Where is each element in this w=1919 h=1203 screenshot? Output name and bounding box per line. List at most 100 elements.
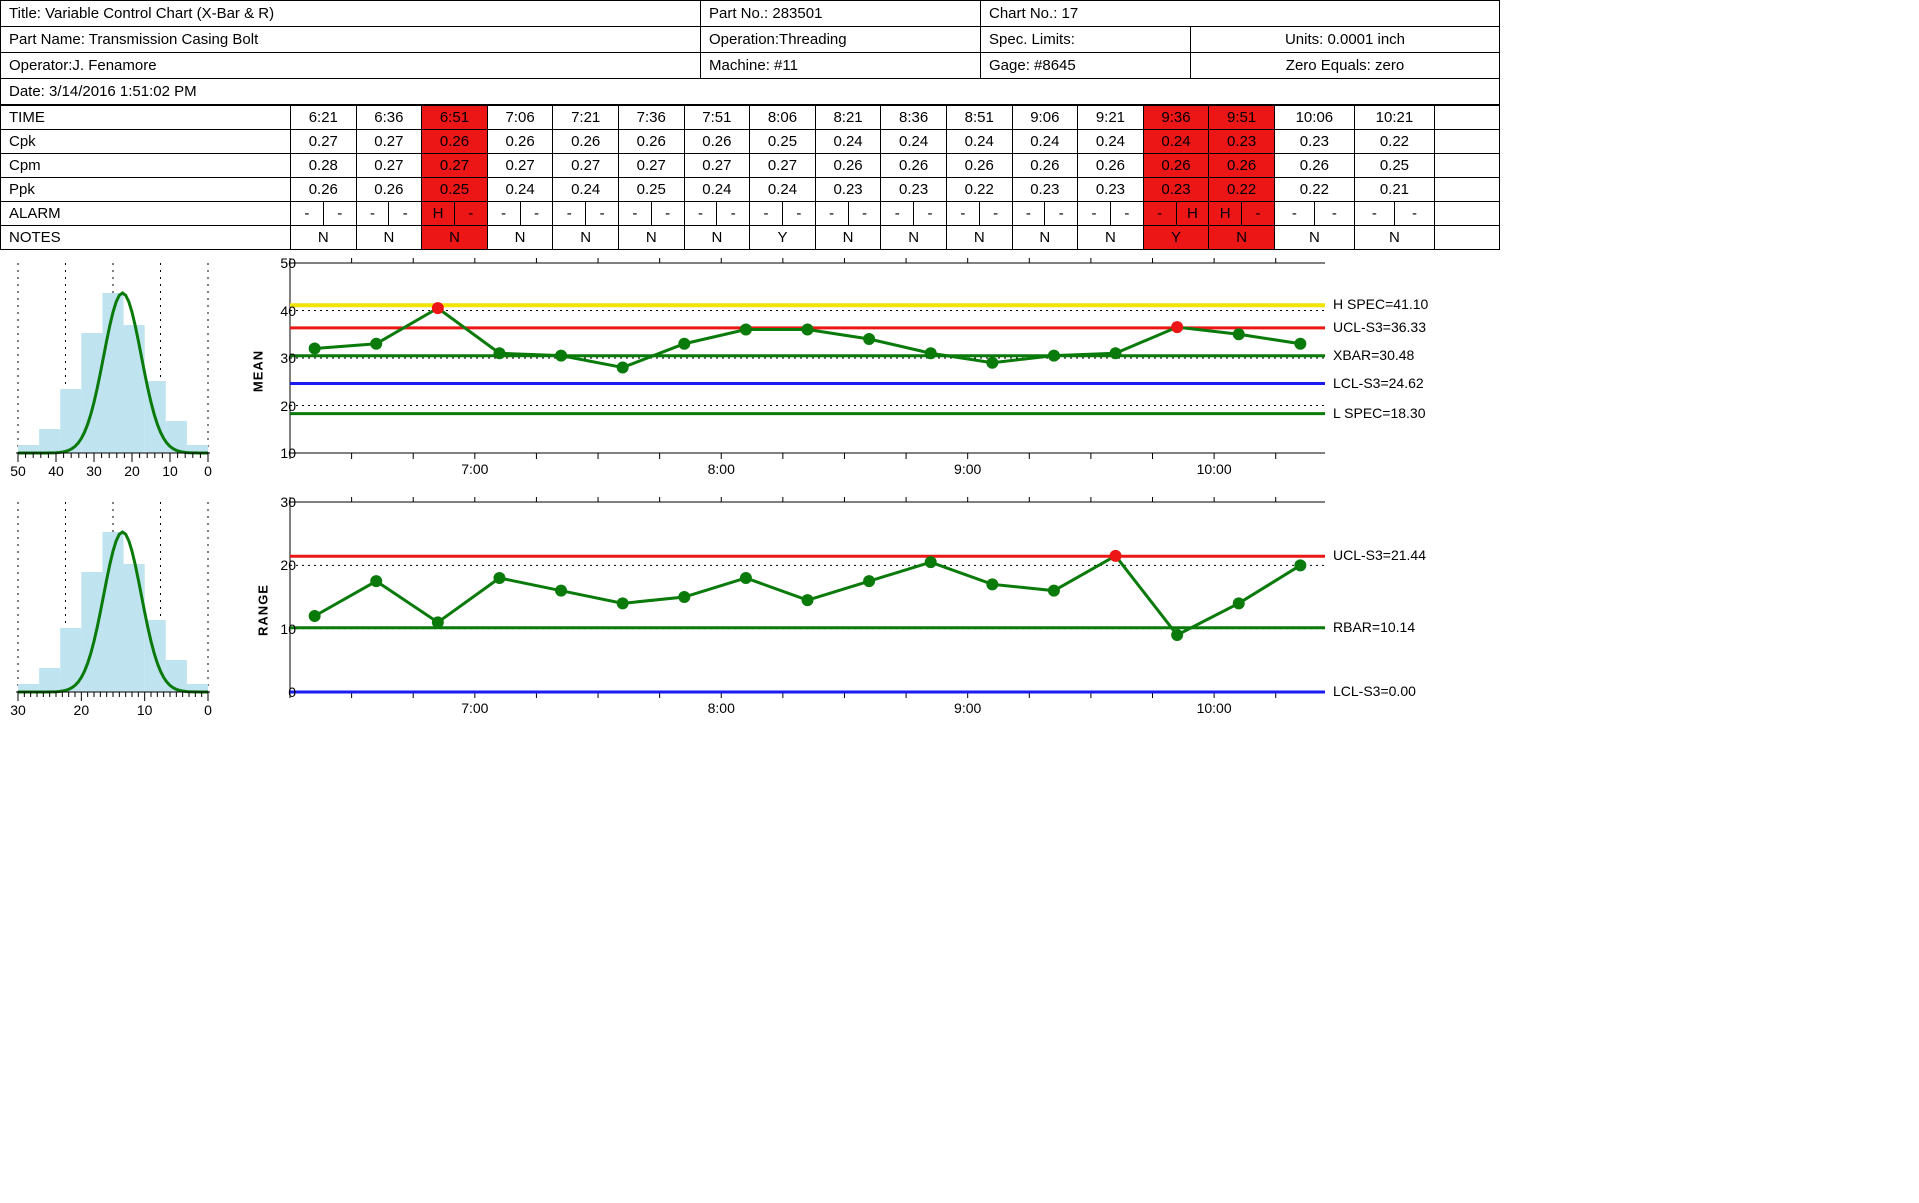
table-cell: -- xyxy=(1354,202,1434,226)
x-tick: 7:00 xyxy=(461,700,488,716)
histo-tick: 0 xyxy=(204,463,212,479)
table-cell: 0.27 xyxy=(487,154,553,178)
data-table: TIME6:216:366:517:067:217:367:518:068:21… xyxy=(0,105,1500,250)
table-cell: 8:36 xyxy=(881,106,947,130)
table-cell: 8:21 xyxy=(815,106,881,130)
table-cell: 0.26 xyxy=(1012,154,1078,178)
table-cell: 0.26 xyxy=(291,178,357,202)
table-cell: -- xyxy=(356,202,422,226)
table-cell: -H xyxy=(1143,202,1209,226)
table-cell: 0.24 xyxy=(750,178,816,202)
table-cell: N xyxy=(946,226,1012,250)
hdr-gage: Gage: #8645 xyxy=(981,53,1191,78)
hdr-machine: Machine: #11 xyxy=(701,53,981,78)
table-cell: 8:06 xyxy=(750,106,816,130)
table-cell: 0.22 xyxy=(946,178,1012,202)
x-tick: 9:00 xyxy=(954,461,981,477)
table-cell: 0.26 xyxy=(553,130,619,154)
chart-line-label: LCL-S3=0.00 xyxy=(1333,683,1416,699)
table-cell: 7:21 xyxy=(553,106,619,130)
table-cell: 0.23 xyxy=(1012,178,1078,202)
table-cell: 0.22 xyxy=(1209,178,1275,202)
chart-line-label: LCL-S3=24.62 xyxy=(1333,375,1424,391)
table-cell: 0.27 xyxy=(291,130,357,154)
row-label: TIME xyxy=(1,106,291,130)
table-cell: N xyxy=(487,226,553,250)
table-cell: 0.25 xyxy=(1354,154,1434,178)
table-cell: 0.26 xyxy=(618,130,684,154)
table-cell: -- xyxy=(881,202,947,226)
table-cell: 0.27 xyxy=(684,154,750,178)
table-cell: 0.24 xyxy=(1143,130,1209,154)
chart-line-label: L SPEC=18.30 xyxy=(1333,405,1426,421)
table-cell: -- xyxy=(1012,202,1078,226)
hdr-operator: Operator:J. Fenamore xyxy=(1,53,701,78)
table-cell: N xyxy=(356,226,422,250)
table-cell: 0.24 xyxy=(881,130,947,154)
hdr-zero: Zero Equals: zero xyxy=(1191,53,1499,78)
table-cell: 6:21 xyxy=(291,106,357,130)
table-cell: 6:36 xyxy=(356,106,422,130)
histo-tick: 10 xyxy=(162,463,178,479)
table-cell: 0.27 xyxy=(422,154,488,178)
x-tick: 10:00 xyxy=(1197,461,1232,477)
table-cell: N xyxy=(422,226,488,250)
table-cell: N xyxy=(553,226,619,250)
table-cell: 0.23 xyxy=(1274,130,1354,154)
y-tick: 50 xyxy=(280,255,296,271)
table-cell: -- xyxy=(815,202,881,226)
table-cell: 0.26 xyxy=(881,154,947,178)
row-label: Cpm xyxy=(1,154,291,178)
table-cell: 0.22 xyxy=(1274,178,1354,202)
table-cell: N xyxy=(815,226,881,250)
table-cell: Y xyxy=(1143,226,1209,250)
histo-tick: 0 xyxy=(204,702,212,718)
table-cell: 6:51 xyxy=(422,106,488,130)
table-cell: 0.24 xyxy=(1012,130,1078,154)
table-cell: 0.26 xyxy=(815,154,881,178)
table-cell: 7:51 xyxy=(684,106,750,130)
table-cell: N xyxy=(291,226,357,250)
table-cell: -- xyxy=(750,202,816,226)
table-cell: 7:06 xyxy=(487,106,553,130)
table-cell: 0.26 xyxy=(684,130,750,154)
hdr-units: Units: 0.0001 inch xyxy=(1191,27,1499,52)
table-cell: 0.26 xyxy=(487,130,553,154)
table-cell: 0.27 xyxy=(553,154,619,178)
row-label: Ppk xyxy=(1,178,291,202)
table-cell: 0.26 xyxy=(356,178,422,202)
table-cell: 9:06 xyxy=(1012,106,1078,130)
histogram-range: 0102030 xyxy=(8,497,223,722)
table-cell: 0.26 xyxy=(946,154,1012,178)
table-cell: Y xyxy=(750,226,816,250)
hdr-operation: Operation:Threading xyxy=(701,27,981,52)
x-tick: 7:00 xyxy=(461,461,488,477)
hdr-chartno: Chart No.: 17 xyxy=(981,1,1499,26)
table-cell: 0.23 xyxy=(1143,178,1209,202)
table-cell: 0.27 xyxy=(618,154,684,178)
row-label: Cpk xyxy=(1,130,291,154)
row-label: ALARM xyxy=(1,202,291,226)
table-cell: -- xyxy=(684,202,750,226)
histo-tick: 30 xyxy=(10,702,26,718)
table-cell: 0.22 xyxy=(1354,130,1434,154)
y-tick: 20 xyxy=(280,398,296,414)
chart-line-label: H SPEC=41.10 xyxy=(1333,296,1428,312)
mean-chart: H SPEC=41.10UCL-S3=36.33XBAR=30.48LCL-S3… xyxy=(235,258,1347,483)
table-cell: 0.26 xyxy=(1078,154,1144,178)
y-tick: 30 xyxy=(280,350,296,366)
chart-line-label: XBAR=30.48 xyxy=(1333,347,1414,363)
hdr-date: Date: 3/14/2016 1:51:02 PM xyxy=(1,79,1499,104)
y-tick: 20 xyxy=(280,557,296,573)
y-axis-label: RANGE xyxy=(255,584,270,636)
x-tick: 10:00 xyxy=(1197,700,1232,716)
table-cell: N xyxy=(881,226,947,250)
table-cell: -- xyxy=(1274,202,1354,226)
x-tick: 8:00 xyxy=(708,461,735,477)
hdr-speclimits: Spec. Limits: xyxy=(981,27,1191,52)
table-cell: 0.24 xyxy=(684,178,750,202)
table-cell: -- xyxy=(487,202,553,226)
y-tick: 0 xyxy=(288,684,296,700)
x-tick: 8:00 xyxy=(708,700,735,716)
table-cell: -- xyxy=(553,202,619,226)
